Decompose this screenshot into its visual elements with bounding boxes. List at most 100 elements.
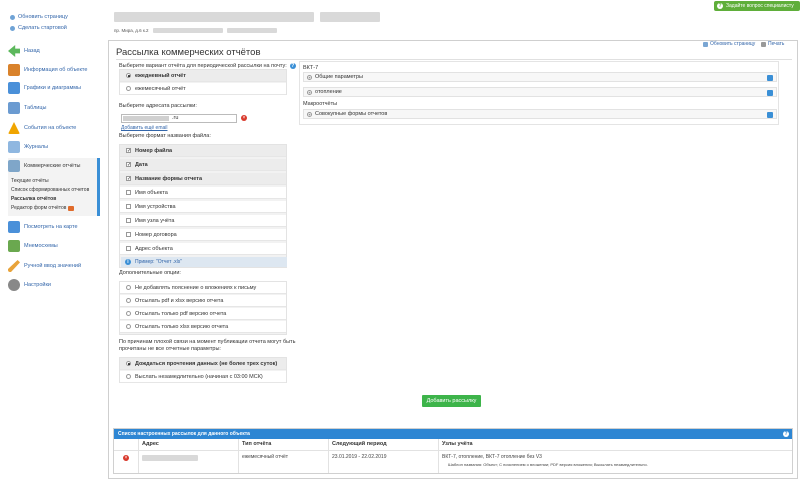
sidebar-item-charts[interactable]: Графики и диаграммы — [8, 82, 81, 94]
radio-selected[interactable] — [126, 361, 131, 366]
checkbox[interactable] — [126, 190, 131, 195]
delete-mailing-icon[interactable]: × — [123, 455, 129, 461]
help-icon[interactable]: ? — [783, 431, 789, 437]
panel-print-link[interactable]: Печать — [761, 41, 784, 47]
add-email-link[interactable]: Добавить ещё email — [121, 125, 168, 131]
expand-icon[interactable]: + — [307, 74, 312, 80]
table-icon — [8, 102, 20, 114]
wait-opt-immediate[interactable]: Выслать незамедлительно (начиная с 03:00… — [120, 371, 286, 383]
radio[interactable] — [126, 324, 131, 329]
refresh-icon — [703, 41, 708, 47]
expand-icon[interactable]: + — [307, 89, 312, 95]
wait-options-box: Дождаться прочтения данных (не более тре… — [119, 357, 287, 383]
mnemonic-icon — [8, 240, 20, 252]
page-title: Рассылка коммерческих отчётов — [116, 47, 261, 58]
checkbox[interactable] — [126, 204, 131, 209]
file-opt-number[interactable]: ✓ Номер файла — [120, 145, 286, 157]
sidebar-item-commercial-reports[interactable]: Коммерческие отчёты — [8, 160, 80, 172]
device-row-general[interactable]: + Общие параметры — [303, 72, 777, 82]
object-address: пр. Мира, д.6 к.2 — [114, 28, 277, 33]
mailings-list: Список настроенных рассылок для данного … — [113, 428, 793, 474]
radio[interactable] — [126, 285, 131, 290]
journal-icon — [8, 141, 20, 153]
radio[interactable] — [126, 298, 131, 303]
checkbox[interactable] — [126, 246, 131, 251]
refresh-page-link[interactable]: Обновить страницу — [10, 14, 68, 20]
device-row-heating[interactable]: + отопление — [303, 87, 777, 97]
radio[interactable] — [126, 374, 131, 379]
file-opt-form-name[interactable]: ✓ Название формы отчета — [120, 173, 286, 185]
sidebar-item-object-info[interactable]: Информация об объекте — [8, 64, 87, 76]
wait-opt-wait[interactable]: Дождаться прочтения данных (не более тре… — [120, 358, 286, 370]
radio-monthly[interactable] — [126, 86, 131, 91]
extra-options-box: Не добавлять пояснение о вложениях к пис… — [119, 281, 287, 335]
checkbox-checked[interactable]: ✓ — [126, 162, 131, 168]
extra-opt-pdf-only[interactable]: Отсылать только pdf версию отчета — [120, 308, 286, 320]
gear-icon — [8, 279, 20, 291]
sidebar-item-events[interactable]: События на объекте — [8, 122, 76, 134]
sidebar-sub-report-mailing[interactable]: Рассылка отчётов — [11, 196, 56, 202]
title-divider — [116, 59, 792, 60]
checkbox[interactable] — [126, 232, 131, 237]
file-opt-device-name[interactable]: Имя устройства — [120, 201, 286, 213]
report-icon — [8, 160, 20, 172]
variant-monthly[interactable]: ежемесячный отчёт — [120, 83, 286, 95]
file-name-example: i Пример: "Отчет .xls" — [121, 257, 287, 267]
macro-row-combined[interactable]: + Совокупные формы отчетов — [303, 109, 777, 119]
checkbox[interactable] — [126, 218, 131, 223]
map-icon — [8, 221, 20, 233]
ask-specialist-button[interactable]: ? Задайте вопрос специалисту — [714, 1, 800, 11]
address-redacted — [152, 28, 223, 33]
checkbox-checked[interactable]: ✓ — [126, 176, 131, 182]
file-opt-node-name[interactable]: Имя узла учёта — [120, 215, 286, 227]
chart-icon — [8, 82, 20, 94]
panel-refresh-link[interactable]: Обновить страницу — [703, 41, 755, 47]
edit-icon[interactable] — [767, 90, 773, 96]
sidebar-sub-form-editor[interactable]: Редактор форм отчётов — [11, 205, 75, 211]
extra-opt-xlsx-only[interactable]: Отсылать только xlsx версию отчета — [120, 321, 286, 333]
email-redacted — [123, 116, 169, 121]
sidebar-item-manual-input[interactable]: Ручной ввод значений — [8, 260, 81, 272]
macro-heading: Макроотчёты — [303, 101, 338, 107]
delete-email-icon[interactable]: × — [241, 115, 247, 121]
warning-icon — [8, 122, 20, 134]
column-divider — [438, 439, 439, 473]
house-icon — [8, 64, 20, 76]
radio-daily[interactable] — [126, 73, 131, 78]
column-divider — [328, 439, 329, 473]
sidebar-item-back[interactable]: Назад — [8, 45, 40, 57]
help-icon[interactable]: ? — [289, 63, 296, 69]
file-opt-date[interactable]: ✓ Дата — [120, 159, 286, 171]
extra-options-label: Дополнительные опции: — [119, 270, 181, 276]
variant-daily[interactable]: ежедневный отчёт — [120, 70, 286, 82]
extra-opt-pdf-xlsx[interactable]: Отсылать pdf и xlsx версию отчета — [120, 295, 286, 307]
file-opt-address[interactable]: Адрес объекта — [120, 243, 286, 255]
sidebar-sub-generated-reports[interactable]: Список сформированных отчетов — [11, 187, 89, 193]
expand-icon[interactable]: + — [307, 111, 312, 117]
bad-connection-label-1: По причинам плохой связи на момент публи… — [119, 339, 296, 345]
file-opt-object-name[interactable]: Имя объекта — [120, 187, 286, 199]
add-mailing-button[interactable]: Добавить рассылку — [422, 395, 481, 407]
column-divider — [238, 439, 239, 473]
variant-box: ежедневный отчёт ежемесячный отчёт — [119, 69, 287, 95]
sidebar-item-mnemonics[interactable]: Мнемосхемы — [8, 240, 58, 252]
file-opt-contract[interactable]: Номер договора — [120, 229, 286, 241]
sidebar-sub-current-reports[interactable]: Текущие отчёты — [11, 178, 49, 184]
radio[interactable] — [126, 311, 131, 316]
object-name-redacted — [114, 12, 314, 22]
bad-connection-label-2: прочитаны не все отчетные параметры: — [119, 346, 221, 352]
rocket-icon — [68, 205, 75, 211]
col-next-period: Следующий период — [332, 441, 387, 447]
sidebar-item-journals[interactable]: Журналы — [8, 141, 48, 153]
edit-icon[interactable] — [767, 112, 773, 118]
edit-icon[interactable] — [767, 75, 773, 81]
row-period: 23.01.2019 - 22.02.2019 — [332, 454, 387, 460]
sidebar-item-map[interactable]: Посмотреть на карте — [8, 221, 78, 233]
sidebar-item-tables[interactable]: Таблицы — [8, 102, 46, 114]
extra-opt-no-note[interactable]: Не добавлять пояснение о вложениях к пис… — [120, 282, 286, 294]
checkbox-checked[interactable]: ✓ — [126, 148, 131, 154]
object-name-redacted-2 — [320, 12, 380, 22]
home-icon — [10, 25, 15, 31]
sidebar-item-settings[interactable]: Настройки — [8, 279, 51, 291]
make-start-link[interactable]: Сделать стартовой — [10, 25, 67, 31]
